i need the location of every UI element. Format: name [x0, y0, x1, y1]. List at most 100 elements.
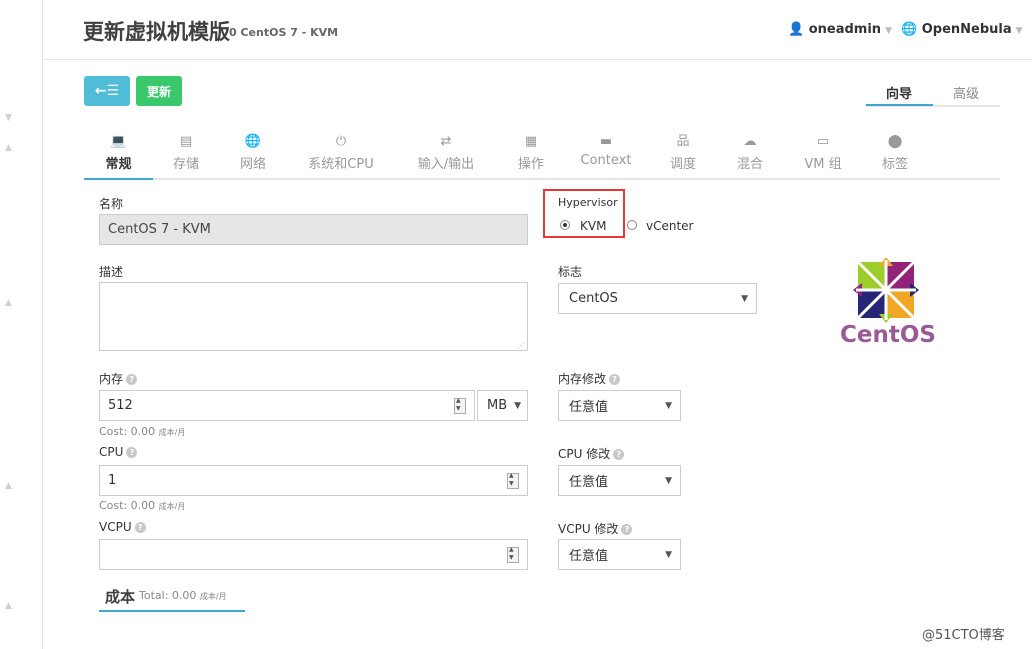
tab-input-output[interactable]: ⇄ 输入/输出: [402, 128, 490, 178]
logo-select-value: CentOS: [569, 291, 618, 306]
tab-scheduling[interactable]: 品 调度: [657, 128, 709, 178]
tab-label: 输入/输出: [417, 157, 475, 172]
left-rail: ▼ ▲ ▲ ▲ ▲: [0, 0, 43, 649]
storage-icon: ▤: [179, 134, 193, 149]
tab-label: 混合: [736, 157, 763, 172]
radio-kvm[interactable]: [560, 220, 570, 230]
tab-context[interactable]: ▬ Context: [574, 128, 638, 178]
logo-select[interactable]: CentOS ▼: [558, 283, 757, 314]
collapse-arrow-icon[interactable]: ▲: [5, 601, 12, 611]
collapse-arrow-icon[interactable]: ▲: [5, 298, 12, 308]
memory-unit-value: MB: [487, 398, 508, 413]
tab-vm-group[interactable]: ▭ VM 组: [794, 128, 852, 178]
chevron-down-icon: ▼: [885, 26, 892, 36]
vcpu-mod-select[interactable]: 任意值 ▼: [558, 539, 681, 570]
chevron-down-icon: ▼: [741, 293, 748, 304]
vcenter-option-label: vCenter: [646, 219, 694, 233]
tag-icon: ⬤: [887, 134, 903, 149]
radio-vcenter[interactable]: [627, 220, 637, 230]
name-label: 名称: [99, 197, 124, 211]
tab-hybrid[interactable]: ☁ 混合: [724, 128, 776, 178]
resize-handle-icon[interactable]: ⋰: [517, 341, 525, 350]
mode-tabs: 向导 高级: [866, 80, 1000, 107]
kvm-option-label: KVM: [580, 219, 607, 233]
globe-icon: 🌐: [901, 22, 918, 37]
user-menu[interactable]: 👤 oneadmin ▼: [788, 22, 892, 37]
help-icon[interactable]: ?: [126, 374, 138, 385]
collapse-arrow-icon[interactable]: ▲: [5, 481, 12, 491]
sitemap-icon: 品: [676, 134, 690, 149]
description-label: 描述: [99, 265, 124, 279]
tab-os-cpu[interactable]: ⏻ 系统和CPU: [296, 128, 386, 178]
memory-mod-label: 内存修改?: [558, 370, 621, 387]
update-button[interactable]: 更新: [136, 76, 182, 106]
laptop-icon: 💻: [110, 134, 127, 149]
help-icon[interactable]: ?: [613, 449, 625, 460]
name-value: CentOS 7 - KVM: [108, 222, 211, 237]
globe-icon: 🌐: [244, 134, 262, 149]
page-title: 更新虚拟机模版: [83, 20, 230, 44]
watermark: @51CTO博客: [922, 628, 1005, 643]
back-button[interactable]: ←☰: [84, 76, 130, 106]
user-name: oneadmin: [808, 22, 882, 37]
tab-general[interactable]: 💻 常规: [84, 128, 153, 180]
section-tabs: 💻 常规 ▤ 存储 🌐 网络 ⏻ 系统和CPU ⇄ 输入/输出 ▦ 操作 ▬ C…: [84, 128, 1000, 180]
cpu-mod-select[interactable]: 任意值 ▼: [558, 465, 681, 496]
chevron-down-icon: ▼: [665, 549, 672, 560]
vcpu-mod-label: VCPU 修改?: [558, 520, 633, 537]
spinner-icon[interactable]: [507, 472, 519, 489]
tab-advanced[interactable]: 高级: [953, 83, 979, 102]
cpu-label: CPU?: [99, 445, 138, 459]
zone-name: OpenNebula: [921, 22, 1012, 37]
memory-unit-select[interactable]: MB ▼: [477, 390, 528, 421]
spinner-icon[interactable]: [507, 546, 519, 563]
cpu-value: 1: [108, 473, 117, 488]
memory-mod-value: 任意值: [569, 400, 609, 415]
tab-label: 系统和CPU: [308, 157, 374, 172]
active-tab-indicator: [866, 104, 933, 106]
memory-cost: Cost: 0.00 成本/月: [99, 425, 186, 438]
tab-wizard[interactable]: 向导: [886, 83, 912, 102]
cpu-mod-value: 任意值: [569, 475, 609, 490]
power-icon: ⏻: [335, 134, 347, 149]
memory-value: 512: [108, 398, 133, 413]
tab-actions[interactable]: ▦ 操作: [505, 128, 557, 178]
tab-label: 调度: [669, 157, 696, 172]
tab-storage[interactable]: ▤ 存储: [160, 128, 212, 178]
spinner-icon[interactable]: [454, 397, 466, 414]
tab-tags[interactable]: ⬤ 标签: [869, 128, 921, 178]
zone-menu[interactable]: 🌐 OpenNebula ▼: [901, 22, 1023, 37]
user-icon: 👤: [788, 22, 805, 37]
memory-mod-select[interactable]: 任意值 ▼: [558, 390, 681, 421]
help-icon[interactable]: ?: [609, 374, 621, 385]
help-icon[interactable]: ?: [126, 447, 138, 458]
help-icon[interactable]: ?: [134, 522, 146, 533]
tab-network[interactable]: 🌐 网络: [227, 128, 279, 178]
collapse-arrow-icon[interactable]: ▲: [5, 143, 12, 153]
tab-label: 常规: [105, 157, 132, 172]
tab-label: 网络: [239, 157, 266, 172]
tab-label: Context: [580, 153, 632, 168]
memory-label: 内存?: [99, 370, 138, 387]
cost-total: Total: 0.00 成本/月: [139, 589, 227, 602]
cpu-input[interactable]: 1: [99, 465, 528, 496]
description-textarea[interactable]: ⋰: [99, 282, 528, 351]
help-icon[interactable]: ?: [621, 524, 633, 535]
chevron-down-icon: ▼: [665, 475, 672, 486]
centos-logo: CentOS: [840, 257, 936, 354]
top-bar: 更新虚拟机模版 0 CentOS 7 - KVM 👤 oneadmin ▼ 🌐 O…: [43, 0, 1032, 60]
collapse-arrow-icon[interactable]: ▼: [5, 113, 12, 123]
vcpu-input[interactable]: [99, 539, 528, 570]
folder-open-icon: ▭: [816, 134, 830, 149]
memory-input[interactable]: 512: [99, 390, 475, 421]
folder-icon: ▬: [599, 134, 613, 149]
chevron-down-icon: ▼: [665, 400, 672, 411]
cost-section: 成本 Total: 0.00 成本/月: [99, 584, 245, 612]
cpu-mod-label: CPU 修改?: [558, 445, 625, 462]
cloud-icon: ☁: [743, 134, 757, 149]
chevron-down-icon: ▼: [514, 400, 521, 411]
name-field[interactable]: CentOS 7 - KVM: [99, 214, 528, 245]
cpu-cost: Cost: 0.00 成本/月: [99, 499, 186, 512]
tab-label: 存储: [172, 157, 199, 172]
tab-label: 标签: [881, 157, 908, 172]
